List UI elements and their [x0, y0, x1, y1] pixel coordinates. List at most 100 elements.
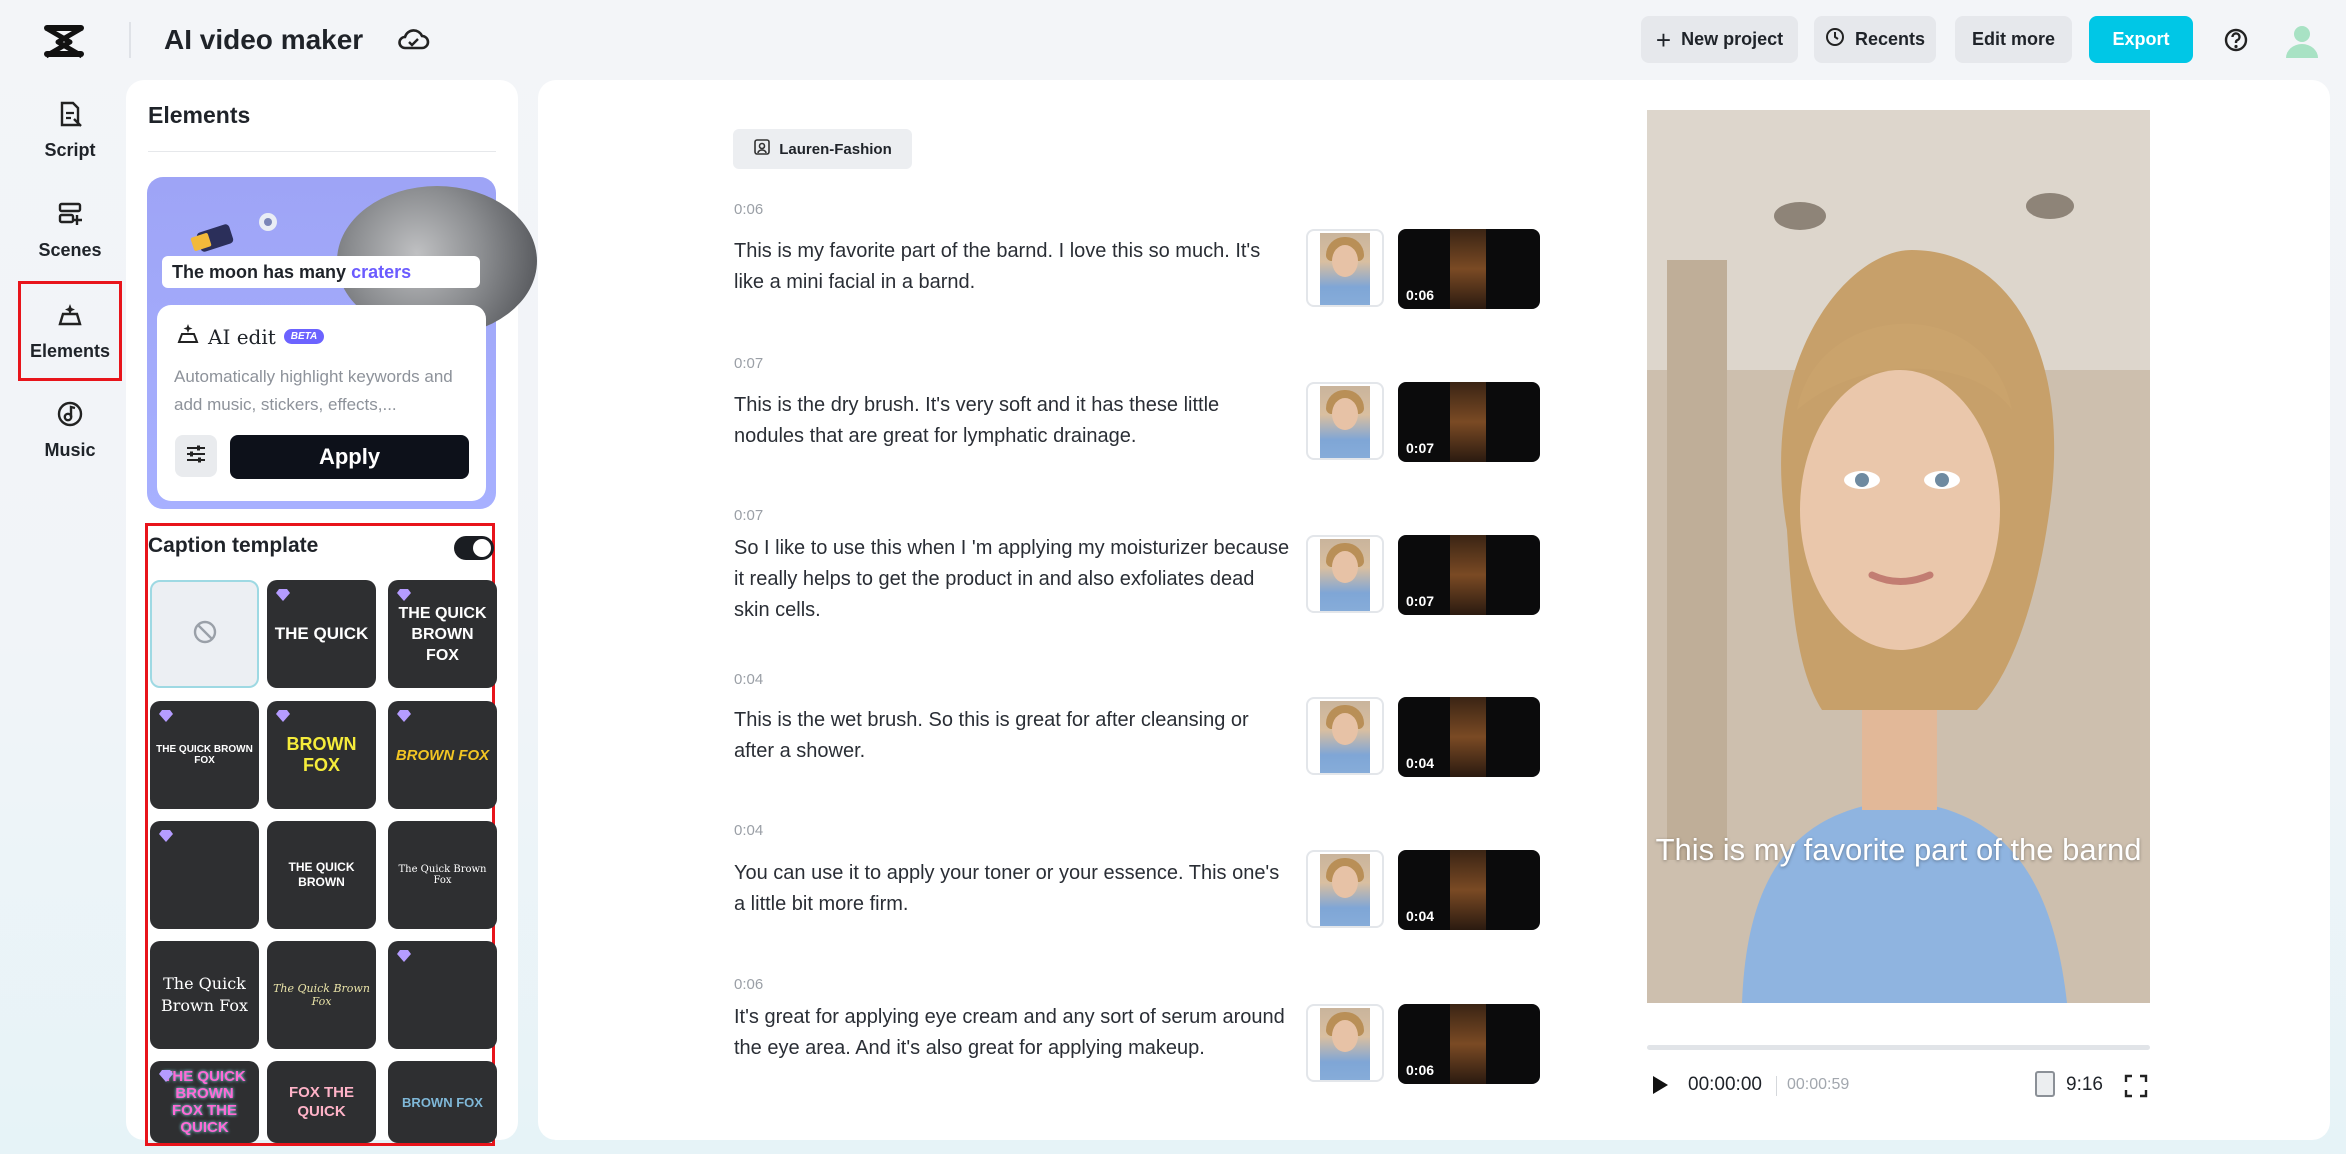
script-line-text[interactable]: This is the wet brush. So this is great …: [734, 705, 1294, 767]
caption-template-tile[interactable]: BROWN FOX: [388, 701, 497, 809]
premium-gem-icon: [397, 950, 411, 962]
caption-template-tile[interactable]: The Quick Brown Fox: [388, 821, 497, 929]
no-style-icon: [191, 618, 219, 651]
premium-gem-icon: [159, 830, 173, 842]
playback-progress-bar[interactable]: [1647, 1045, 2150, 1050]
panel-divider: [148, 151, 496, 152]
line-duration: 0:04: [734, 822, 764, 839]
caption-template-tile[interactable]: BROWN FOX: [267, 701, 376, 809]
clip-duration: 0:07: [1406, 440, 1435, 456]
broll-clip-thumbnail[interactable]: 0:06: [1398, 1004, 1540, 1084]
caption-template-tile[interactable]: The Quick Brown Fox: [150, 941, 259, 1049]
header-divider: [129, 22, 131, 58]
broll-clip-thumbnail[interactable]: 0:06: [1398, 229, 1540, 309]
premium-gem-icon: [276, 710, 290, 722]
user-avatar[interactable]: [2282, 20, 2322, 60]
ai-edit-icon: [176, 322, 200, 351]
clip-duration: 0:04: [1406, 908, 1435, 924]
line-duration: 0:04: [734, 671, 764, 688]
sidebar-item-script[interactable]: Script: [18, 82, 122, 178]
recents-button[interactable]: Recents: [1814, 16, 1936, 63]
plus-icon: +: [1655, 24, 1672, 55]
broll-clip-thumbnail[interactable]: 0:07: [1398, 382, 1540, 462]
play-icon[interactable]: [1651, 1075, 1669, 1095]
line-duration: 0:07: [734, 355, 764, 372]
cloud-save-icon[interactable]: [396, 24, 430, 54]
time-separator: [1776, 1076, 1777, 1096]
premium-gem-icon: [276, 589, 290, 601]
current-time: 00:00:00: [1688, 1074, 1762, 1095]
sidebar-item-scenes[interactable]: Scenes: [18, 182, 122, 278]
script-icon: [55, 99, 85, 134]
caption-template-tile[interactable]: THE QUICK: [267, 580, 376, 688]
music-icon: [55, 399, 85, 434]
total-time: 00:00:59: [1787, 1076, 1850, 1093]
caption-template-tile[interactable]: THE QUICK BROWN: [267, 821, 376, 929]
export-button[interactable]: Export: [2089, 16, 2193, 63]
caption-template-tile[interactable]: [150, 821, 259, 929]
avatar-thumbnail[interactable]: [1306, 535, 1384, 613]
avatar-thumbnail[interactable]: [1306, 850, 1384, 928]
scenes-icon: [55, 199, 85, 234]
caption-template-none[interactable]: [150, 580, 259, 688]
clock-icon: [1825, 27, 1845, 52]
caption-template-tile[interactable]: THE QUICK BROWN FOX: [150, 701, 259, 809]
broll-clip-thumbnail[interactable]: 0:04: [1398, 850, 1540, 930]
caption-template-tile[interactable]: The Quick Brown Fox: [267, 941, 376, 1049]
app-title: AI video maker: [164, 24, 364, 55]
video-preview[interactable]: [1647, 110, 2150, 1003]
caption-template-tile[interactable]: FOX THE QUICK: [267, 1061, 376, 1143]
clip-duration: 0:06: [1406, 287, 1435, 303]
avatar-thumbnail[interactable]: [1306, 229, 1384, 307]
caption-template-toggle[interactable]: [454, 536, 494, 560]
avatar-thumbnail[interactable]: [1306, 697, 1384, 775]
premium-gem-icon: [159, 710, 173, 722]
caption-template-title: Caption template: [148, 534, 319, 557]
ai-edit-settings-button[interactable]: [175, 435, 217, 477]
premium-gem-icon: [397, 589, 411, 601]
line-duration: 0:06: [734, 201, 764, 218]
apply-button[interactable]: Apply: [230, 435, 469, 479]
script-line-text[interactable]: So I like to use this when I 'm applying…: [734, 533, 1294, 626]
promo-caption-highlight: craters: [351, 262, 412, 282]
clip-duration: 0:07: [1406, 593, 1435, 609]
speaker-chip[interactable]: Lauren-Fashion: [733, 129, 912, 169]
script-line-text[interactable]: It's great for applying eye cream and an…: [734, 1002, 1294, 1064]
ai-edit-description: Automatically highlight keywords and add…: [174, 367, 453, 414]
caption-template-tile[interactable]: BROWN FOX: [388, 1061, 497, 1143]
caption-template-tile[interactable]: THE QUICK BROWN FOX THE QUICK: [150, 1061, 259, 1143]
line-duration: 0:07: [734, 507, 764, 524]
capcut-logo-icon[interactable]: [40, 20, 88, 62]
broll-clip-thumbnail[interactable]: 0:04: [1398, 697, 1540, 777]
edit-more-button[interactable]: Edit more: [1955, 16, 2072, 63]
premium-gem-icon: [159, 1070, 173, 1082]
caption-template-tile[interactable]: [388, 941, 497, 1049]
avatar-thumbnail[interactable]: [1306, 382, 1384, 460]
script-line-text[interactable]: This is the dry brush. It's very soft an…: [734, 390, 1294, 452]
sidebar-item-music[interactable]: Music: [18, 382, 122, 478]
fullscreen-icon[interactable]: [2124, 1074, 2148, 1098]
aspect-ratio-label[interactable]: 9:16: [2066, 1074, 2103, 1096]
elements-icon: [55, 300, 85, 335]
premium-gem-icon: [397, 710, 411, 722]
line-duration: 0:06: [734, 976, 764, 993]
caption-template-tile[interactable]: THE QUICK BROWN FOX: [388, 580, 497, 688]
sliders-icon: [184, 442, 208, 471]
clip-duration: 0:06: [1406, 1062, 1435, 1078]
avatar-thumbnail[interactable]: [1306, 1004, 1384, 1082]
script-line-text[interactable]: You can use it to apply your toner or yo…: [734, 858, 1294, 920]
aspect-ratio-icon[interactable]: [2035, 1071, 2055, 1097]
preview-caption: This is my favorite part of the barnd: [1655, 832, 2142, 867]
avatar-frame-icon: [753, 138, 771, 160]
broll-clip-thumbnail[interactable]: 0:07: [1398, 535, 1540, 615]
ai-edit-header: AI edit BETA: [176, 322, 325, 351]
promo-caption: The moon has many craters: [162, 256, 480, 288]
avatar-portrait-image: [1647, 110, 2150, 1003]
sidebar-item-elements[interactable]: Elements: [18, 281, 122, 381]
panel-title: Elements: [148, 102, 251, 128]
help-icon[interactable]: [2220, 24, 2252, 56]
script-line-text[interactable]: This is my favorite part of the barnd. I…: [734, 236, 1294, 298]
clip-duration: 0:04: [1406, 755, 1435, 771]
beta-badge: BETA: [283, 329, 325, 344]
new-project-button[interactable]: + New project: [1641, 16, 1798, 63]
